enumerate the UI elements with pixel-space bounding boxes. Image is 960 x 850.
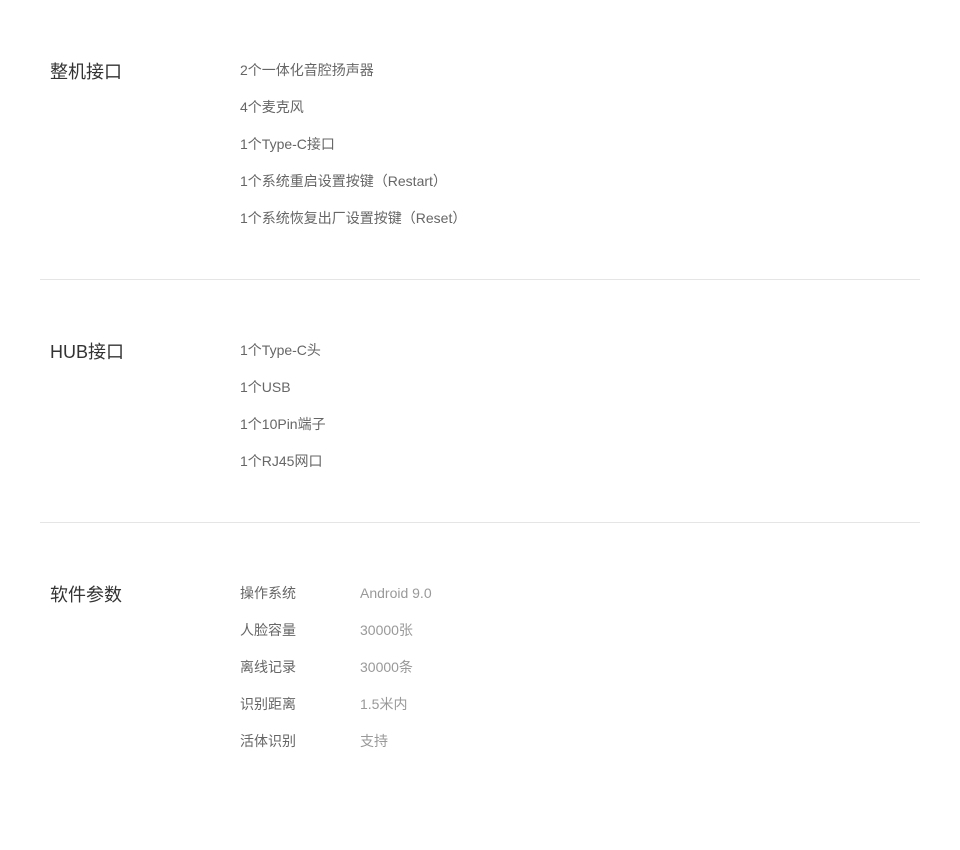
spec-value: Android 9.0 [360, 583, 432, 604]
spec-label: 操作系统 [240, 583, 360, 604]
spec-row: 离线记录 30000条 [240, 657, 920, 678]
spec-line: 1个系统恢复出厂设置按键（Reset） [240, 208, 920, 229]
spec-line: 4个麦克风 [240, 97, 920, 118]
spec-section-software: 软件参数 操作系统 Android 9.0 人脸容量 30000张 离线记录 3… [0, 523, 960, 802]
spec-label: 活体识别 [240, 731, 360, 752]
spec-line: 1个Type-C头 [240, 340, 920, 361]
spec-line: 2个一体化音腔扬声器 [240, 60, 920, 81]
spec-label: 人脸容量 [240, 620, 360, 641]
spec-line: 1个Type-C接口 [240, 134, 920, 155]
spec-line: 1个USB [240, 377, 920, 398]
spec-section-hub-ports: HUB接口 1个Type-C头 1个USB 1个10Pin端子 1个RJ45网口 [0, 280, 960, 522]
section-title: HUB接口 [50, 340, 240, 472]
spec-row: 操作系统 Android 9.0 [240, 583, 920, 604]
spec-label: 离线记录 [240, 657, 360, 678]
spec-section-machine-ports: 整机接口 2个一体化音腔扬声器 4个麦克风 1个Type-C接口 1个系统重启设… [0, 0, 960, 279]
section-content: 2个一体化音腔扬声器 4个麦克风 1个Type-C接口 1个系统重启设置按键（R… [240, 60, 920, 229]
section-content: 1个Type-C头 1个USB 1个10Pin端子 1个RJ45网口 [240, 340, 920, 472]
section-title: 软件参数 [50, 583, 240, 752]
spec-value: 30000张 [360, 620, 413, 641]
spec-row: 人脸容量 30000张 [240, 620, 920, 641]
spec-line: 1个系统重启设置按键（Restart） [240, 171, 920, 192]
spec-line: 1个RJ45网口 [240, 451, 920, 472]
spec-value: 30000条 [360, 657, 413, 678]
section-content: 操作系统 Android 9.0 人脸容量 30000张 离线记录 30000条… [240, 583, 920, 752]
spec-value: 1.5米内 [360, 694, 407, 715]
spec-row: 识别距离 1.5米内 [240, 694, 920, 715]
spec-row: 活体识别 支持 [240, 731, 920, 752]
spec-label: 识别距离 [240, 694, 360, 715]
spec-line: 1个10Pin端子 [240, 414, 920, 435]
section-title: 整机接口 [50, 60, 240, 229]
spec-value: 支持 [360, 731, 388, 752]
